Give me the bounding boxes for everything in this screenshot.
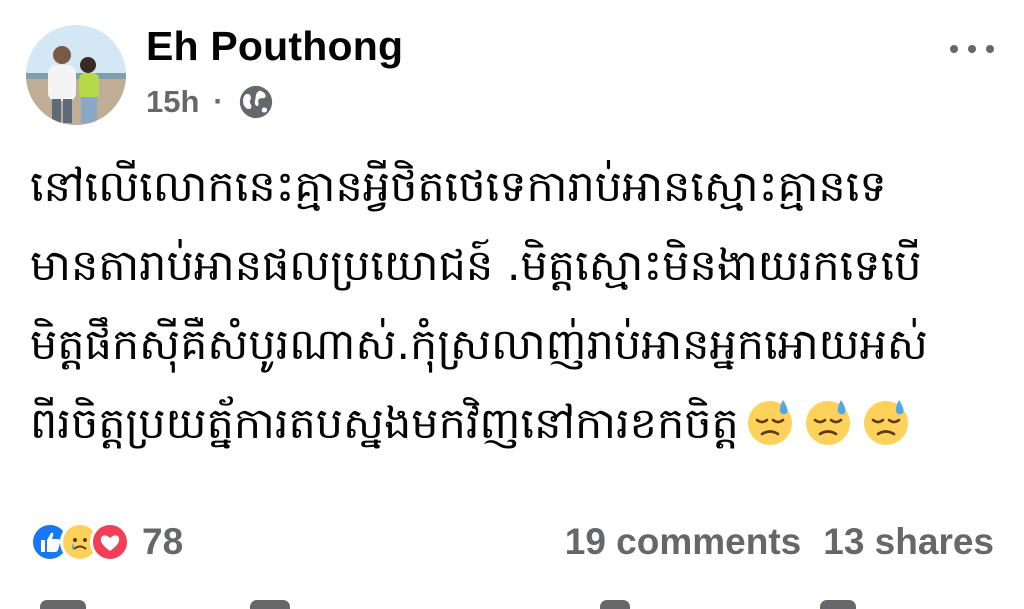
more-horizontal-icon — [950, 45, 958, 53]
post-body-line-last: ពីរចិត្តប្រយត្ន័ការតបស្នងមកវិញនៅការខកចិត… — [30, 385, 1010, 464]
downcast-face-with-sweat-icon — [801, 394, 855, 448]
more-dot — [968, 45, 976, 53]
more-options-button[interactable] — [944, 34, 1000, 64]
post-time[interactable]: 15h — [146, 84, 199, 120]
more-dot — [986, 45, 994, 53]
action-bar-icon-fragment — [820, 600, 856, 609]
post-body-line: មិត្តផឹកស៊ីគឺសំបូរណាស់.កុំស្រលាញ់រាប់អាន… — [30, 320, 928, 370]
action-bar-icon-fragment — [40, 600, 86, 609]
comments-count-link[interactable]: 19 comments — [565, 521, 802, 563]
love-icon — [90, 522, 130, 562]
action-bar-partial — [0, 600, 1024, 609]
post-body-line: ពីរចិត្តប្រយត្ន័ការតបស្នងមកវិញនៅការខកចិត… — [30, 399, 739, 449]
engagement-stats: 19 comments 13 shares — [565, 520, 994, 564]
meta-separator: · — [213, 85, 224, 118]
post-body-line: នៅលើលោកនេះគ្មានអ្វីថិតថេទេការាប់អានស្មោះ… — [30, 162, 887, 212]
post-body-line: មានតារាប់អានផលប្រយោជន៍ .មិត្តស្មោះមិនងាយ… — [30, 241, 922, 291]
globe-icon[interactable] — [237, 83, 275, 121]
reactions-summary[interactable]: 78 — [30, 520, 183, 564]
action-bar-icon-fragment — [600, 600, 630, 609]
action-bar-icon-fragment — [250, 600, 290, 609]
avatar-photo — [26, 25, 126, 125]
author-name[interactable]: Eh Pouthong — [146, 26, 403, 67]
avatar[interactable] — [26, 25, 126, 125]
facebook-post: Eh Pouthong 15h · នៅលើលោកនេះគ្មានអ្វីថិត… — [0, 0, 1024, 609]
post-meta: 15h · — [146, 82, 275, 122]
shares-count-link[interactable]: 13 shares — [823, 521, 994, 563]
post-body: នៅលើលោកនេះគ្មានអ្វីថិតថេទេការាប់អានស្មោះ… — [30, 148, 1010, 464]
downcast-face-with-sweat-icon — [743, 394, 797, 448]
downcast-face-with-sweat-icon — [859, 394, 913, 448]
reaction-count: 78 — [142, 521, 184, 562]
